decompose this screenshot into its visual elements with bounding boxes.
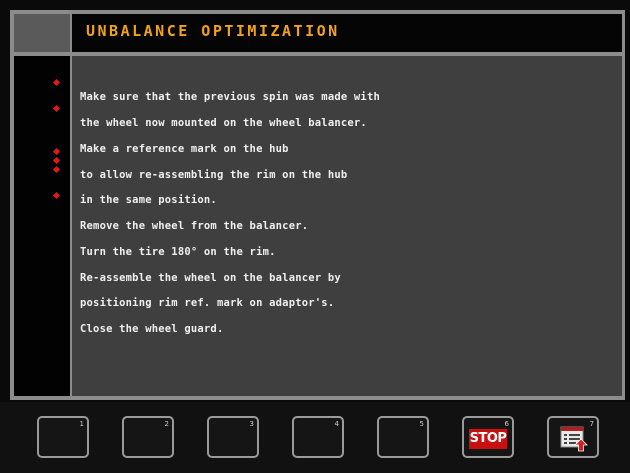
instruction-line: Make a reference mark on the hub (80, 142, 289, 155)
instructions-panel: Make sure that the previous spin was mad… (72, 56, 622, 396)
instruction-line: the wheel now mounted on the wheel balan… (80, 116, 367, 129)
bullet-icon (52, 147, 61, 156)
instruction-list: Make sure that the previous spin was mad… (80, 76, 610, 351)
key-number: 2 (164, 420, 169, 428)
function-key-bar: 1 2 3 4 5 6 STOP 7 (0, 402, 630, 473)
instruction-line: in the same position. (80, 194, 217, 207)
bullet-icon (52, 156, 61, 165)
function-key-3[interactable]: 3 (207, 416, 259, 458)
balancer-screen: UNBALANCE OPTIMIZATION Make sure that th… (0, 0, 630, 473)
key-number: 5 (419, 420, 424, 428)
key-number: 3 (249, 420, 254, 428)
bullet-icon (52, 104, 61, 113)
instruction-line: Make sure that the previous spin was mad… (80, 91, 380, 104)
document-upload-icon (560, 426, 588, 452)
bullet-icon (52, 191, 61, 200)
stop-icon: STOP (469, 429, 507, 449)
key-number: 4 (334, 420, 339, 428)
function-key-5[interactable]: 5 (377, 416, 429, 458)
instruction-line: Remove the wheel from the balancer. (80, 220, 309, 233)
key-number: 7 (589, 420, 594, 428)
bullet-column (14, 56, 70, 396)
instruction-line: Re-assemble the wheel on the balancer by (80, 271, 341, 284)
function-key-2[interactable]: 2 (122, 416, 174, 458)
key-number: 6 (504, 420, 509, 428)
upload-document-button[interactable]: 7 (547, 416, 599, 458)
function-key-4[interactable]: 4 (292, 416, 344, 458)
page-title: UNBALANCE OPTIMIZATION (86, 22, 340, 40)
instruction-line: Close the wheel guard. (80, 323, 224, 336)
header-corner (14, 14, 70, 52)
function-key-1[interactable]: 1 (37, 416, 89, 458)
instruction-line: positioning rim ref. mark on adaptor's. (80, 297, 335, 310)
stop-button[interactable]: 6 STOP (462, 416, 514, 458)
bullet-icon (52, 165, 61, 174)
key-number: 1 (79, 420, 84, 428)
instruction-line: Turn the tire 180° on the rim. (80, 245, 276, 258)
left-sidebar (14, 56, 70, 396)
header-bar: UNBALANCE OPTIMIZATION (72, 14, 622, 52)
bullet-icon (52, 78, 61, 87)
instruction-line: to allow re-assembling the rim on the hu… (80, 168, 348, 181)
